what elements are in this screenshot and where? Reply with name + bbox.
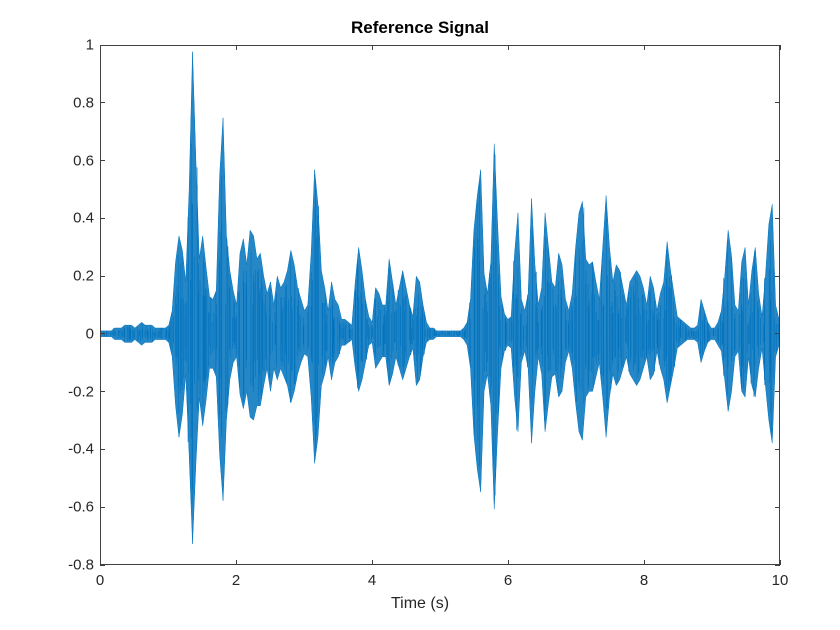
x-tick-mark xyxy=(508,560,509,565)
y-tick-label: 1 xyxy=(44,37,94,54)
y-tick-mark xyxy=(100,565,105,566)
y-tick-mark xyxy=(775,391,780,392)
x-axis-label: Time (s) xyxy=(0,595,840,613)
y-tick-mark xyxy=(100,45,105,46)
y-tick-label: -0.2 xyxy=(44,383,94,400)
x-tick-mark xyxy=(780,560,781,565)
axes xyxy=(100,45,780,565)
x-tick-mark xyxy=(100,45,101,50)
y-tick-label: 0.4 xyxy=(44,210,94,227)
x-tick-mark xyxy=(780,45,781,50)
x-tick-mark xyxy=(508,45,509,50)
y-tick-mark xyxy=(100,391,105,392)
y-tick-mark xyxy=(100,218,105,219)
y-tick-mark xyxy=(775,218,780,219)
y-tick-mark xyxy=(775,507,780,508)
x-tick-label: 8 xyxy=(624,572,664,589)
y-tick-label: 0.6 xyxy=(44,152,94,169)
x-tick-mark xyxy=(372,560,373,565)
y-tick-mark xyxy=(775,333,780,334)
y-tick-mark xyxy=(775,449,780,450)
y-tick-mark xyxy=(775,102,780,103)
chart-title: Reference Signal xyxy=(0,18,840,38)
x-tick-mark xyxy=(644,560,645,565)
x-tick-label: 6 xyxy=(488,572,528,589)
y-tick-mark xyxy=(100,102,105,103)
y-tick-label: -0.8 xyxy=(44,557,94,574)
waveform-line xyxy=(101,46,779,564)
y-tick-label: 0.2 xyxy=(44,268,94,285)
x-tick-mark xyxy=(100,560,101,565)
x-tick-label: 0 xyxy=(80,572,120,589)
x-tick-label: 4 xyxy=(352,572,392,589)
y-tick-mark xyxy=(100,507,105,508)
x-tick-mark xyxy=(236,45,237,50)
y-tick-label: -0.6 xyxy=(44,499,94,516)
x-tick-mark xyxy=(372,45,373,50)
x-tick-label: 10 xyxy=(760,572,800,589)
x-tick-mark xyxy=(236,560,237,565)
figure: Reference Signal Time (s) -0.8 -0.6 -0.4 -0… xyxy=(0,0,840,630)
x-tick-mark xyxy=(644,45,645,50)
y-tick-mark xyxy=(775,160,780,161)
y-tick-label: 0 xyxy=(44,325,94,342)
y-tick-mark xyxy=(100,449,105,450)
y-tick-mark xyxy=(100,333,105,334)
y-tick-mark xyxy=(100,160,105,161)
y-tick-label: -0.4 xyxy=(44,441,94,458)
x-tick-label: 2 xyxy=(216,572,256,589)
y-tick-label: 0.8 xyxy=(44,94,94,111)
y-tick-mark xyxy=(100,276,105,277)
y-tick-mark xyxy=(775,276,780,277)
